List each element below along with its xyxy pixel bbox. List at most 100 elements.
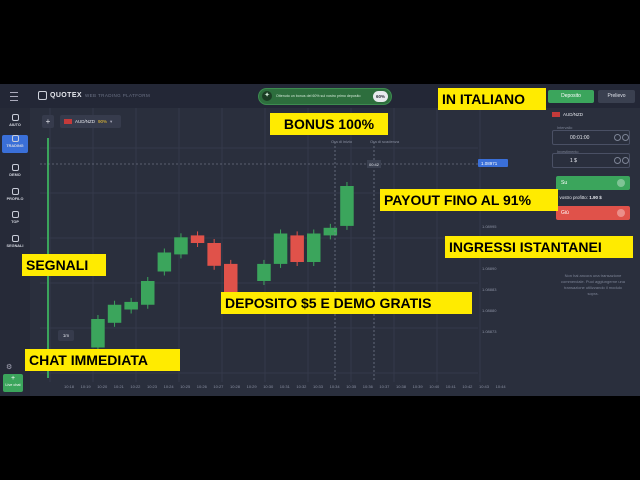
time-minus-icon[interactable] [614,134,621,141]
banner-segnali: SEGNALI [22,254,106,276]
profit-value: 1.90 $ [589,195,602,200]
y-tick-label: 1.08995 [482,224,497,229]
candle-up [91,319,105,348]
deposit-button[interactable]: Deposito [548,90,594,103]
flag-icon [64,119,72,125]
candle-up [141,281,155,305]
banner-deposito: DEPOSITO $5 E DEMO GRATIS [221,292,472,314]
start-time-label: Ora di inizio [331,139,353,144]
gear-icon[interactable]: ⚙ [6,363,12,371]
x-tick-label: 10:36 [363,384,374,389]
x-tick-label: 10:24 [164,384,175,389]
banner-ingressi: INGRESSI ISTANTANEI [445,236,633,258]
candle-up [174,237,188,255]
x-tick-label: 10:31 [280,384,291,389]
chat-label: Live chat [5,383,21,387]
price-tag: 1.08971 [481,161,498,166]
sidebar-item-trading[interactable]: TRADING [2,135,28,153]
x-tick-label: 10:44 [496,384,507,389]
sidebar-item-aiuto[interactable]: AIUTO [2,114,28,132]
amount-plus-icon[interactable] [622,157,629,164]
candle-down [207,243,221,266]
x-tick-label: 10:32 [296,384,307,389]
user-icon [11,188,19,195]
x-tick-label: 10:25 [180,384,191,389]
candle-down [290,235,304,262]
x-tick-label: 10:43 [479,384,490,389]
sell-down-button[interactable]: Giù [556,206,630,220]
candle-up [107,304,122,323]
chart-icon [11,135,19,142]
asset-selector[interactable]: AUD/NZD 90% ▾ [60,115,121,128]
brand-name: QUOTEX [50,92,82,99]
x-tick-label: 10:20 [97,384,108,389]
banner-bonus: BONUS 100% [270,113,388,135]
arrow-up-icon [617,179,625,187]
x-tick-label: 10:26 [197,384,208,389]
x-tick-label: 10:41 [446,384,457,389]
x-tick-label: 10:33 [313,384,324,389]
promo-text: Ottenuto un bonus del 60% sul vostro pri… [276,94,361,98]
sidebar-item-top[interactable]: TOP [2,211,28,229]
trophy-icon [11,211,19,218]
help-icon [11,114,19,121]
flag-icon [552,112,560,118]
sidebar-item-label: DEMO [9,173,21,177]
x-tick-label: 10:19 [81,384,92,389]
x-tick-label: 10:38 [396,384,407,389]
x-tick-label: 10:34 [330,384,341,389]
candle-up [307,233,321,262]
chevron-down-icon: ▾ [110,119,113,124]
sidebar-item-profilo[interactable]: PROFILO [2,188,28,206]
y-tick-label: 1.08880 [482,308,497,313]
sidebar-item-label: TRADING [6,144,24,148]
arrow-down-icon [617,209,625,217]
promo-badge: 60% [373,91,388,102]
y-tick-label: 1.08883 [482,287,497,292]
amount-value: 1 $ [570,158,577,164]
bonus-promo-banner[interactable]: ✦ Ottenuto un bonus del 60% sul vostro p… [258,88,392,105]
x-tick-label: 10:18 [64,384,75,389]
candle-up [273,233,288,264]
panel-asset: AUD/NZD [552,112,583,118]
candle-up [257,263,271,281]
x-tick-label: 10:40 [429,384,440,389]
x-tick-label: 10:28 [230,384,241,389]
panel-asset-name: AUD/NZD [563,112,583,117]
banner-chat: CHAT IMMEDIATA [25,349,180,371]
y-tick-label: 1.08890 [482,266,497,271]
asset-payout: 90% [98,119,108,124]
deposit-label: Deposito [561,93,581,99]
x-tick-label: 10:39 [413,384,424,389]
y-tick-label: 1.08873 [482,329,497,334]
up-label: Su [561,180,568,186]
expiry-time-label: Ora di scadenza [370,139,400,144]
sidebar-item-label: TOP [11,220,19,224]
withdraw-button[interactable]: Prelievo [598,90,635,103]
x-tick-label: 10:35 [346,384,357,389]
x-tick-label: 10:37 [379,384,390,389]
current-time-text: 00:42 [369,162,380,167]
asset-name: AUD/NZD [75,119,95,124]
quotex-logo [38,91,47,100]
candle-up [157,252,172,272]
x-tick-label: 10:21 [114,384,125,389]
x-tick-label: 10:29 [247,384,258,389]
no-trades-message: Non hai ancora una transazione commercia… [560,273,626,296]
live-chat-button[interactable]: + Live chat [3,374,23,392]
plus-icon: + [10,375,16,382]
banner-payout: PAYOUT FINO AL 91% [380,189,558,211]
sidebar-item-demo[interactable]: DEMO [2,164,28,182]
brand-tagline: WEB TRADING PLATFORM [85,93,151,98]
buy-up-button[interactable]: Su [556,176,630,190]
menu-icon[interactable] [10,92,18,101]
gift-icon: ✦ [262,91,272,101]
amount-minus-icon[interactable] [614,157,621,164]
down-label: Giù [561,210,569,216]
add-chart-button[interactable]: + [42,115,54,128]
sidebar-item-segnali[interactable]: SEGNALI [2,235,28,253]
time-plus-icon[interactable] [622,134,629,141]
x-tick-label: 10:42 [462,384,473,389]
timeframe-button[interactable]: 1m [58,330,74,341]
demo-icon [11,164,19,171]
